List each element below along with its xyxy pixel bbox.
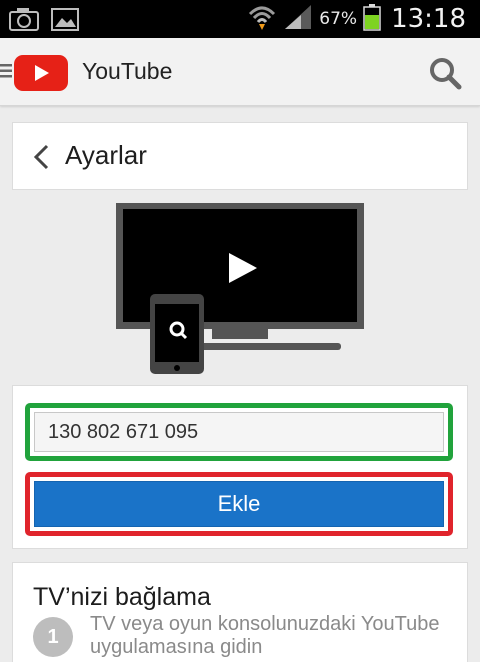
app-title: YouTube	[82, 58, 173, 84]
connect-tv-help-card: TV’nizi bağlama 1 TV veya oyun konsolunu…	[12, 562, 468, 662]
tv-phone-illustration	[112, 200, 368, 376]
youtube-logo[interactable]	[14, 55, 68, 96]
camera-icon	[8, 6, 40, 37]
battery-percent: 67%	[319, 9, 358, 29]
help-title: TV’nizi bağlama	[33, 583, 211, 611]
code-input-highlight	[25, 403, 453, 461]
status-bar: 67% 13:18	[0, 0, 480, 38]
gallery-icon	[50, 6, 80, 37]
search-icon[interactable]	[428, 56, 464, 92]
add-button[interactable]: Ekle	[34, 481, 444, 527]
settings-header: Ayarlar	[12, 122, 468, 190]
page-title: Ayarlar	[65, 140, 147, 170]
app-bar: YouTube	[0, 38, 480, 106]
menu-icon[interactable]	[0, 63, 14, 79]
step-number-badge: 1	[33, 617, 73, 657]
wifi-icon	[247, 2, 277, 37]
battery-icon	[363, 3, 381, 36]
back-arrow-icon[interactable]	[29, 143, 53, 171]
help-step: 1 TV veya oyun konsolunuzdaki YouTube uy…	[33, 613, 453, 662]
pair-form-card: Ekle	[12, 385, 468, 549]
add-button-highlight: Ekle	[25, 472, 453, 536]
step-text: TV veya oyun konsolunuzdaki YouTube uygu…	[90, 613, 440, 658]
pairing-code-input[interactable]	[34, 412, 444, 452]
clock: 13:18	[391, 4, 466, 34]
signal-icon	[283, 3, 313, 36]
